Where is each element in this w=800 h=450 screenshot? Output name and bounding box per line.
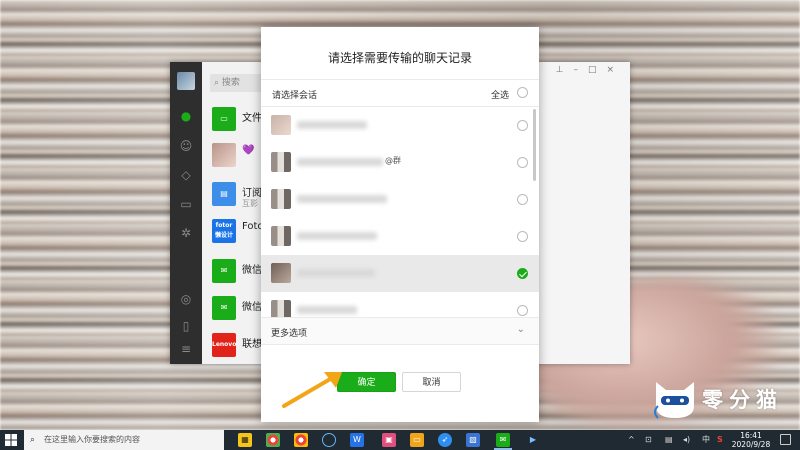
network-icon[interactable]: ▤: [665, 433, 673, 447]
taskbar-search-input[interactable]: ⌕ 在这里输入你要搜索的内容: [24, 430, 224, 450]
chevron-up-icon[interactable]: ^: [628, 433, 635, 447]
notification-icon[interactable]: [780, 434, 791, 445]
moments-icon[interactable]: ✲: [179, 226, 193, 240]
chat-row[interactable]: [261, 181, 539, 218]
notes-app-icon[interactable]: ▦: [238, 433, 252, 447]
more-options-label: 更多选项: [271, 329, 308, 339]
wechat-icon: ✉: [212, 259, 236, 283]
blurred-chat-name: [297, 306, 357, 314]
group-avatar: [271, 152, 291, 172]
chat-row[interactable]: @群: [261, 144, 539, 181]
chat-radio[interactable]: [517, 305, 528, 316]
more-options-row[interactable]: 更多选项 ⌄: [261, 317, 539, 345]
video-app-icon[interactable]: ▶: [526, 433, 540, 447]
blurred-chat-name: [297, 269, 375, 277]
minimize-icon[interactable]: –: [573, 65, 588, 75]
annotation-arrow-icon: [282, 372, 342, 408]
chat-row[interactable]: [261, 292, 539, 317]
select-chat-label: 请选择会话: [272, 91, 318, 101]
volume-icon[interactable]: ◂): [683, 433, 690, 447]
chat-name-tail: @群: [385, 156, 401, 165]
chat-icon[interactable]: ●: [179, 109, 193, 123]
input-method-label[interactable]: 中: [702, 433, 710, 447]
group-avatar: [271, 189, 291, 209]
chat-list-scrollbar[interactable]: [533, 109, 536, 181]
taskbar: ⌕ 在这里输入你要搜索的内容 ▦ W ▣ ▭ ➶ ▧ ✉ ▶ ^ ⊡ ▤ ◂) …: [0, 430, 800, 450]
search-icon: ⌕: [30, 435, 36, 445]
chat-select-list[interactable]: @群: [261, 107, 539, 317]
usb-icon[interactable]: ⊡: [645, 433, 652, 447]
group-avatar: [271, 300, 291, 317]
chat-radio[interactable]: [517, 157, 528, 168]
miniprogram-icon[interactable]: ◎: [179, 292, 193, 306]
chat-row[interactable]: [261, 218, 539, 255]
fotor-icon: fotor 懒设计: [212, 219, 236, 243]
blurred-chat-name: [297, 232, 377, 240]
chat-radio[interactable]: [517, 194, 528, 205]
chat-row-selected[interactable]: [261, 255, 539, 292]
browser-icon[interactable]: [294, 433, 308, 447]
system-clock[interactable]: 16:41 2020/9/28: [731, 431, 771, 449]
avatar: [271, 263, 291, 283]
close-icon[interactable]: ×: [606, 65, 624, 75]
image-app-icon[interactable]: ▣: [382, 433, 396, 447]
sogou-icon[interactable]: S: [717, 433, 723, 447]
group-avatar: [271, 226, 291, 246]
menu-icon[interactable]: ≡: [179, 342, 193, 356]
wechat-icon: ✉: [212, 296, 236, 320]
file-explorer-icon[interactable]: ▭: [410, 433, 424, 447]
blurred-chat-name: [297, 195, 387, 203]
dialog-header-row: 请选择会话 全选: [261, 79, 539, 107]
chat-radio[interactable]: [517, 120, 528, 131]
avatar: [271, 115, 291, 135]
wechat-sidebar: ● ☺ ◇ ▭ ✲ ◎ ▯ ≡: [170, 62, 202, 364]
window-controls[interactable]: ⊥–□×: [556, 65, 624, 75]
maximize-icon[interactable]: □: [588, 65, 607, 75]
chat-radio[interactable]: [517, 231, 528, 242]
select-all-label[interactable]: 全选: [491, 88, 509, 101]
user-avatar[interactable]: [177, 72, 195, 90]
blurred-chat-name: [297, 121, 367, 129]
select-all-radio[interactable]: [517, 87, 528, 98]
blurred-chat-name: [297, 158, 383, 166]
phone-icon[interactable]: ▯: [179, 319, 193, 333]
dialog-title: 请选择需要传输的聊天记录: [327, 51, 472, 65]
windows-start-icon[interactable]: [4, 433, 18, 447]
folder-icon: ▭: [212, 107, 236, 131]
avatar: [212, 143, 236, 167]
folder-icon[interactable]: ▭: [179, 197, 193, 211]
transfer-chat-dialog: 请选择需要传输的聊天记录 请选择会话 全选 @群 更多选项 ⌄ 确定 取消: [261, 27, 539, 422]
feather-app-icon[interactable]: ➶: [438, 433, 452, 447]
subscription-icon: ▤: [212, 182, 236, 206]
picture-app-icon[interactable]: ▧: [466, 433, 480, 447]
chat-radio-checked[interactable]: [517, 268, 528, 279]
search-icon: ⌕: [214, 78, 222, 88]
chevron-down-icon: ⌄: [516, 324, 525, 335]
cat-logo-icon: [654, 382, 694, 419]
wechat-taskbar-icon[interactable]: ✉: [494, 433, 512, 450]
pin-icon[interactable]: ⊥: [556, 65, 574, 75]
contacts-icon[interactable]: ☺: [179, 139, 193, 153]
chrome-icon[interactable]: [266, 433, 280, 447]
watermark-text: 零分猫: [702, 388, 783, 412]
chat-row[interactable]: [261, 107, 539, 144]
lenovo-icon: Lenovo: [212, 333, 236, 357]
cancel-button[interactable]: 取消: [402, 372, 461, 392]
wps-icon[interactable]: W: [350, 433, 364, 447]
browser-q-icon[interactable]: [322, 433, 336, 447]
box-icon[interactable]: ◇: [179, 168, 193, 182]
